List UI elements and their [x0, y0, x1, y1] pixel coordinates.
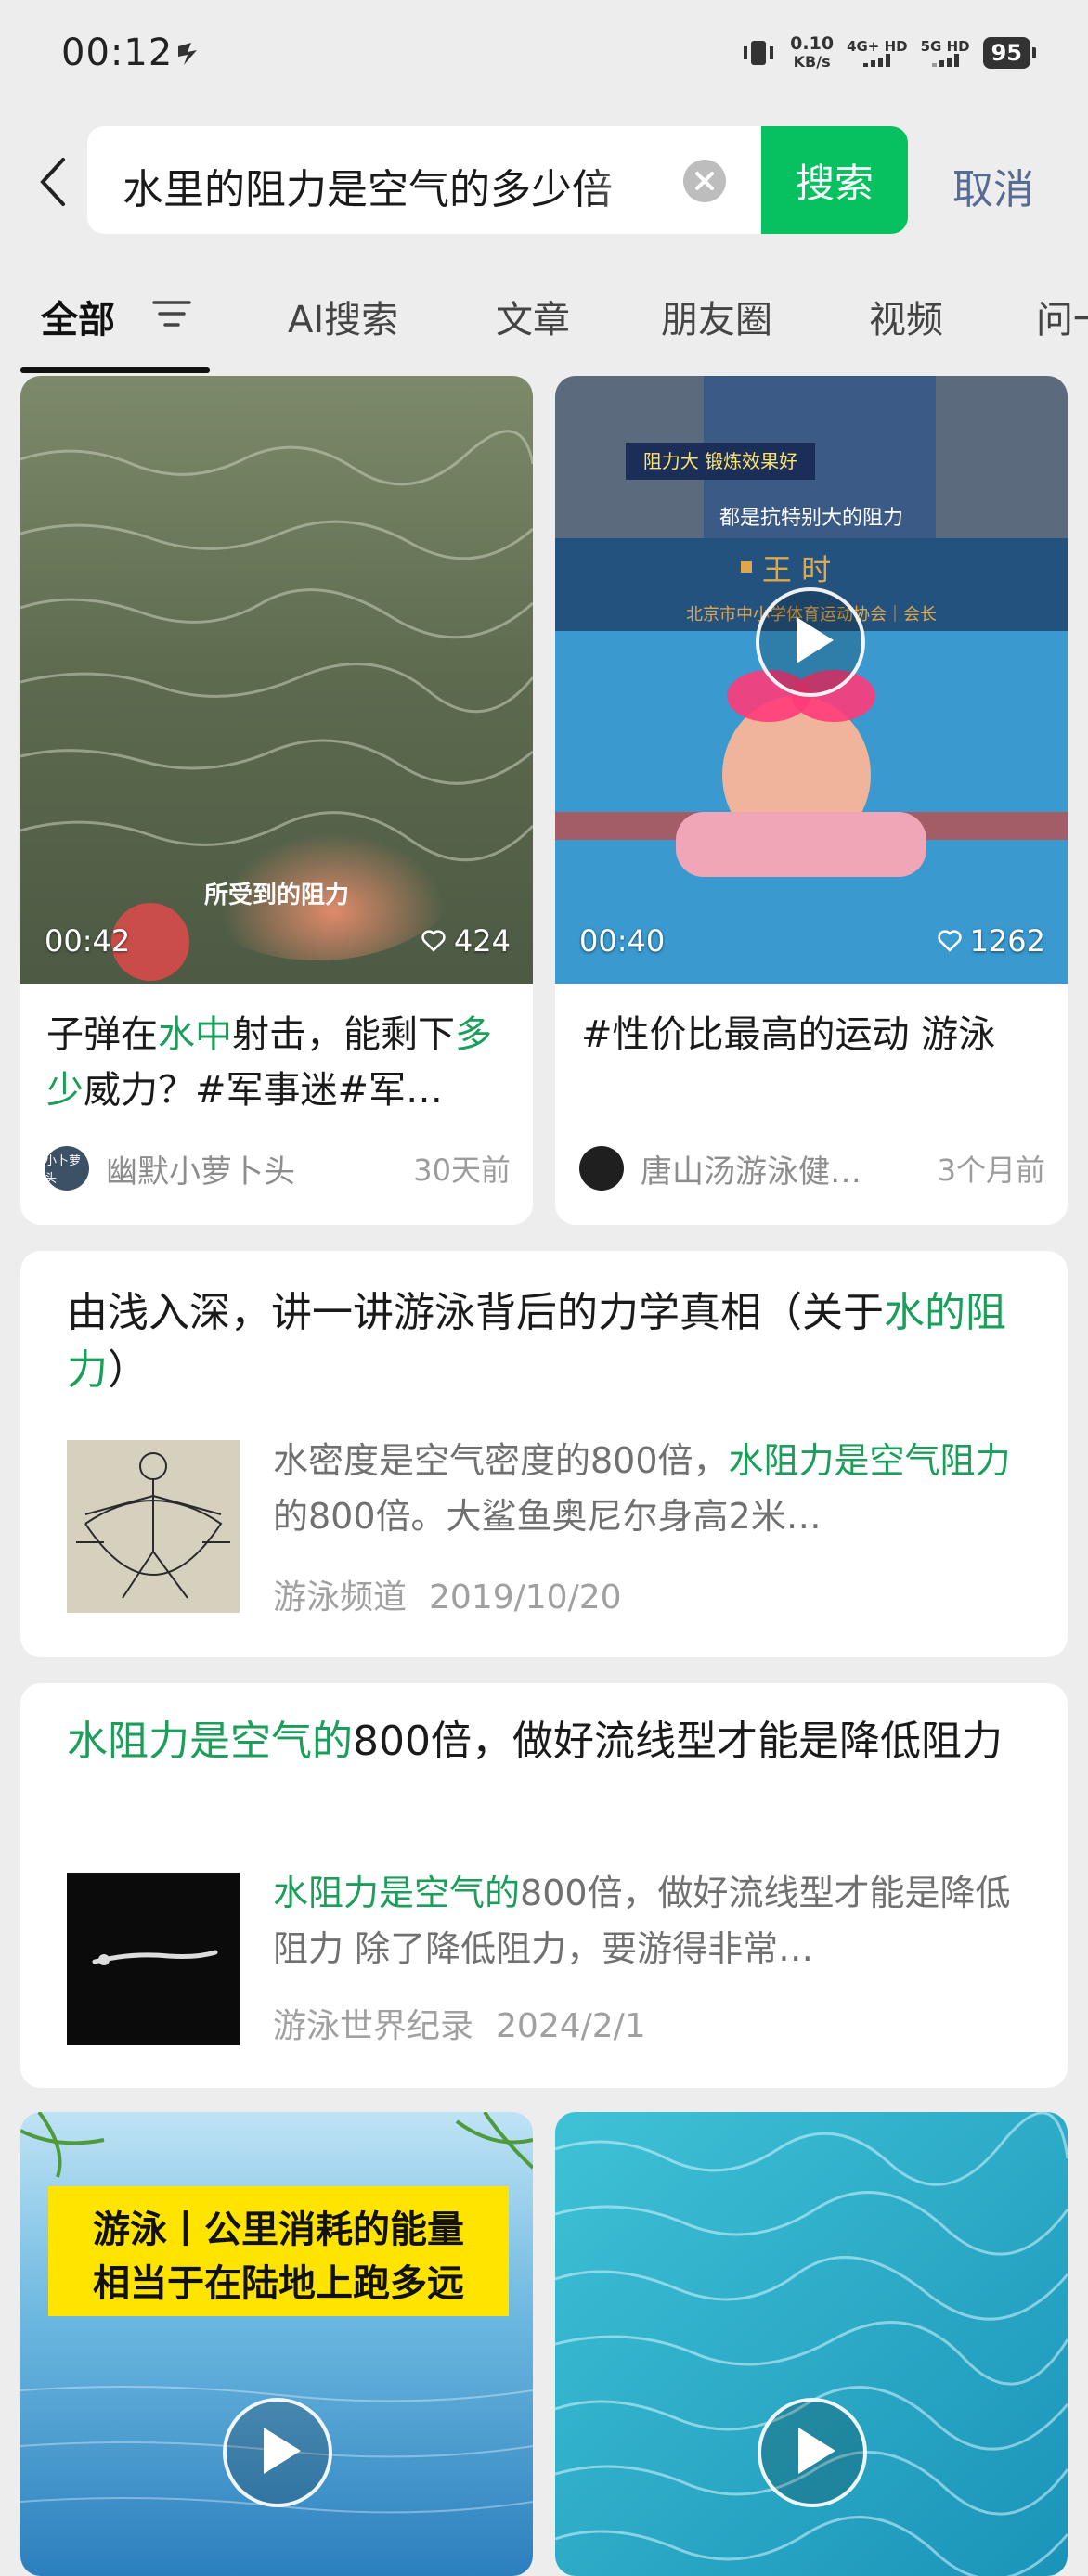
article-source: 游泳世界纪录: [273, 2007, 474, 2045]
play-icon[interactable]: [756, 587, 865, 697]
author-row: 小卜萝头 幽默小萝卜头 30天前: [45, 1144, 511, 1192]
article-title: 水阻力是空气的800倍，做好流线型才能是降低阻力: [67, 1718, 1003, 1765]
clear-icon[interactable]: [683, 160, 726, 202]
video-thumbnail[interactable]: 游泳丨公里消耗的能量 相当于在陆地上跑多远: [20, 2112, 533, 2576]
avatar: [579, 1146, 624, 1191]
sim1-signal: 4G+ HD: [847, 39, 908, 67]
video-thumbnail[interactable]: 阻力大 锻炼效果好 都是抗特别大的阻力 王 时 北京市中小学体育运动协会｜会长: [555, 376, 1068, 984]
tab-articles[interactable]: 文章: [496, 290, 570, 343]
video-card[interactable]: 游泳丨公里消耗的能量 相当于在陆地上跑多远: [20, 2112, 533, 2576]
post-time: 3个月前: [937, 1153, 1045, 1188]
video-thumbnail[interactable]: 所受到的阻力: [20, 376, 533, 984]
article-card[interactable]: 水阻力是空气的800倍，做好流线型才能是降低阻力 水阻力是空气的800倍，做好流…: [20, 1683, 1068, 2088]
post-time: 30天前: [413, 1153, 511, 1188]
article-thumbnail: [67, 1873, 240, 2045]
article-thumbnail: [67, 1440, 240, 1613]
battery-icon: 95: [982, 37, 1037, 69]
signal-bars-icon: [921, 54, 970, 67]
tab-ai-search[interactable]: AI搜索: [288, 290, 398, 343]
sim2-signal: 5G HD: [921, 39, 970, 67]
video-title: #性价比最高的运动 游泳: [581, 1013, 996, 1056]
overlay-caption: 都是抗特别大的阻力: [719, 507, 903, 530]
search-query[interactable]: 水里的阻力是空气的多少倍: [123, 156, 670, 215]
heart-icon: [937, 930, 962, 952]
tab-all[interactable]: 全部: [41, 290, 115, 343]
article-source: 游泳频道: [273, 1578, 408, 1616]
search-header: 水里的阻力是空气的多少倍 搜索 取消: [0, 111, 1088, 251]
video-card[interactable]: 阻力大 锻炼效果好 都是抗特别大的阻力 王 时 北京市中小学体育运动协会｜会长 …: [555, 376, 1068, 1225]
vibrate-icon: [744, 41, 774, 65]
article-meta: 游泳世界纪录 2024/2/1: [273, 1999, 646, 2047]
author-row: 唐山汤游泳健… 3个月前: [579, 1144, 1045, 1192]
article-date: 2019/10/20: [429, 1578, 622, 1616]
video-duration: 00:40: [579, 923, 666, 959]
cancel-button[interactable]: 取消: [952, 156, 1034, 215]
play-icon[interactable]: [758, 2398, 867, 2507]
banner-line-2: 相当于在陆地上跑多远: [93, 2262, 464, 2305]
active-tab-indicator: [20, 367, 210, 373]
article-snippet: 水密度是空气密度的800倍，水阻力是空气阻力的800倍。大鲨鱼奥尼尔身高2米…: [273, 1440, 1011, 1537]
likes-count: 1262: [937, 923, 1045, 959]
overlay-tag: 阻力大 锻炼效果好: [643, 450, 797, 472]
filter-icon[interactable]: [152, 297, 191, 330]
result-tabs: 全部 AI搜索 文章 朋友圈 视频 问一: [0, 251, 1088, 376]
video-card[interactable]: 所受到的阻力 00:42 424 子弹在水中射击，能剩下多少威力？#军事迷#军……: [20, 376, 533, 1225]
search-button[interactable]: 搜索: [761, 126, 908, 234]
likes-count: 424: [421, 923, 511, 959]
banner-line-1: 游泳丨公里消耗的能量: [93, 2209, 464, 2251]
tab-videos[interactable]: 视频: [869, 290, 943, 343]
article-card[interactable]: 由浅入深，讲一讲游泳背后的力学真相（关于水的阻力） 水密度是空气密度的800倍，…: [20, 1251, 1068, 1657]
article-date: 2024/2/1: [496, 2007, 646, 2045]
net-speed: 0.10 KB/s: [790, 33, 835, 71]
video-card[interactable]: [555, 2112, 1068, 2576]
article-title: 由浅入深，讲一讲游泳背后的力学真相（关于水的阻力）: [67, 1289, 1006, 1394]
back-icon[interactable]: [33, 154, 74, 210]
author-name: 唐山汤游泳健…: [641, 1153, 861, 1191]
avatar: 小卜萝头: [45, 1146, 89, 1191]
tab-ask[interactable]: 问一: [1036, 290, 1088, 343]
overlay-caption: 所受到的阻力: [204, 881, 349, 909]
status-time: 00:12: [61, 32, 174, 74]
author-name: 幽默小萝卜头: [106, 1153, 295, 1191]
video-title: 子弹在水中射击，能剩下多少威力？#军事迷#军…: [46, 1013, 492, 1112]
notification-icon: [178, 43, 197, 65]
video-thumbnail[interactable]: [555, 2112, 1068, 2576]
search-input[interactable]: 水里的阻力是空气的多少倍: [87, 126, 765, 234]
article-snippet: 水阻力是空气的800倍，做好流线型才能是降低阻力 除了降低阻力，要游得非常…: [273, 1873, 1011, 1969]
tab-moments[interactable]: 朋友圈: [661, 290, 772, 343]
signal-bars-icon: [847, 54, 908, 67]
article-meta: 游泳频道 2019/10/20: [273, 1570, 622, 1618]
video-duration: 00:42: [45, 923, 131, 959]
overlay-name: 王 时: [762, 552, 831, 587]
play-icon[interactable]: [223, 2398, 332, 2507]
status-bar: 00:12 0.10 KB/s 4G+ HD 5G HD 95: [0, 0, 1088, 111]
heart-icon: [421, 930, 446, 952]
